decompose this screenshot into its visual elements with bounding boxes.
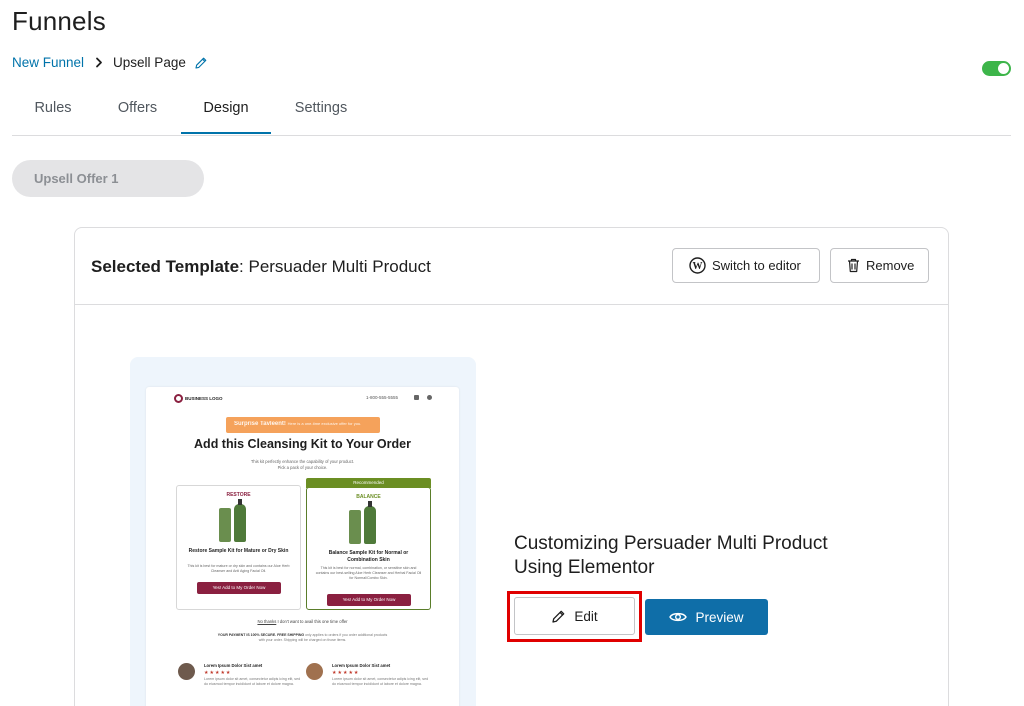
product-bottles — [349, 501, 389, 544]
review-name: Lorem Ipsum Dolor Sist amet — [204, 663, 263, 668]
tab-bar: Rules Offers Design Settings — [12, 86, 1011, 136]
chevron-right-icon — [95, 57, 103, 68]
review-text: Lorem ipsum dolor sit amet, consectetur … — [204, 677, 301, 686]
avatar — [178, 663, 195, 680]
edit-button[interactable]: Edit — [514, 597, 635, 635]
product-box-name: Restore Sample Kit for Mature or Dry Ski… — [188, 548, 289, 554]
review-stars: ★★★★★ — [204, 670, 232, 676]
product-box-tag: RESTORE — [226, 492, 251, 498]
switch-to-editor-button[interactable]: W Switch to editor — [672, 248, 820, 283]
template-thumbnail[interactable]: BUSINESS LOGO 1-800-555-5555 Surprise Ta… — [130, 357, 476, 706]
eye-icon — [669, 611, 688, 623]
thumbnail-subline: This kit perfectly enhance the capabilit… — [146, 459, 459, 471]
wordpress-icon: W — [689, 257, 706, 274]
funnel-status-toggle[interactable] — [982, 61, 1011, 76]
selected-template-label: Selected Template: Persuader Multi Produ… — [91, 257, 431, 277]
customize-builder-name: Elementor — [567, 557, 655, 578]
thumbnail-fine-print: YOUR PAYMENT IS 100% SECURE. FREE SHIPPI… — [146, 633, 459, 643]
review-name: Lorem Ipsum Dolor Sist amet — [332, 663, 391, 668]
thumbnail-phone: 1-800-555-5555 — [366, 395, 399, 400]
thumbnail-logo: BUSINESS LOGO — [174, 394, 223, 403]
preview-button[interactable]: Preview — [645, 599, 768, 635]
breadcrumb-current: Upsell Page — [113, 55, 186, 70]
tab-offers[interactable]: Offers — [94, 86, 181, 134]
thumbnail-banner-title: Surprise Tavleent! — [234, 421, 286, 427]
product-box-button: Yes! Add to My Order Now — [327, 594, 411, 606]
thumbnail-product-box-restore: RESTORE Restore Sample Kit for Mature or… — [176, 485, 301, 610]
selected-template-name: : Persuader Multi Product — [239, 257, 431, 276]
customize-using: Using — [514, 557, 568, 578]
pencil-icon — [551, 609, 566, 624]
selected-template-prefix: Selected Template — [91, 257, 240, 276]
user-icon — [427, 395, 432, 400]
product-box-desc: This kit is best for mature or dry skin … — [187, 564, 290, 573]
thumbnail-banner-sub: Here is a one-time exclusive offer for y… — [287, 421, 362, 426]
thumbnail-logo-text: BUSINESS LOGO — [185, 396, 223, 401]
fine-print-bold: YOUR PAYMENT IS 100% SECURE. FREE SHIPPI… — [217, 633, 305, 637]
template-card: Selected Template: Persuader Multi Produ… — [74, 227, 949, 706]
tab-design[interactable]: Design — [181, 86, 271, 134]
customize-prefix: Customizing — [514, 533, 624, 554]
tab-rules[interactable]: Rules — [12, 86, 94, 134]
thumbnail-no-thanks: No thanks I don't want to avail this one… — [146, 619, 459, 624]
customize-template-name: Persuader Multi Product — [623, 533, 828, 554]
thumbnail-banner: Surprise Tavleent! Here is a one-time ex… — [226, 417, 380, 433]
product-bottles — [219, 499, 259, 542]
thumbnail-review: Lorem Ipsum Dolor Sist amet ★★★★★ Lorem … — [306, 663, 431, 703]
no-thanks-link: No thanks — [257, 619, 277, 624]
tab-settings[interactable]: Settings — [271, 86, 371, 134]
no-thanks-text: I don't want to avail this one time offe… — [276, 619, 348, 624]
customize-heading: Customizing Persuader Multi Product Usin… — [514, 532, 828, 580]
page-title: Funnels — [12, 6, 106, 36]
mail-icon — [414, 395, 419, 400]
template-card-header: Selected Template: Persuader Multi Produ… — [75, 228, 948, 305]
review-stars: ★★★★★ — [332, 670, 360, 676]
preview-label: Preview — [695, 609, 744, 625]
svg-text:W: W — [693, 261, 703, 272]
recommended-bar: Recommended — [306, 478, 431, 488]
switch-to-editor-label: Switch to editor — [712, 258, 801, 273]
product-box-button: Yes! Add to My Order Now — [197, 582, 281, 594]
product-box-tag: BALANCE — [356, 494, 381, 500]
logo-mark-icon — [174, 394, 183, 403]
edit-label: Edit — [574, 608, 598, 624]
trash-icon — [847, 258, 860, 273]
pencil-icon[interactable] — [194, 56, 208, 70]
thumbnail-page: BUSINESS LOGO 1-800-555-5555 Surprise Ta… — [146, 387, 459, 706]
remove-label: Remove — [866, 258, 915, 273]
review-text: Lorem ipsum dolor sit amet, consectetur … — [332, 677, 429, 686]
breadcrumb-new-funnel-link[interactable]: New Funnel — [12, 55, 84, 70]
remove-button[interactable]: Remove — [830, 248, 929, 283]
product-box-name: Balance Sample Kit for Normal or Combina… — [328, 550, 409, 563]
thumbnail-headline: Add this Cleansing Kit to Your Order — [194, 437, 411, 451]
thumbnail-product-box-balance: Recommended BALANCE Balance Sample Kit f… — [306, 478, 431, 610]
product-box-desc: This kit is best for normal, combination… — [315, 566, 422, 580]
avatar — [306, 663, 323, 680]
thumbnail-subline-2: Pick a pack of your choice. — [277, 465, 328, 470]
breadcrumb: New Funnel Upsell Page — [12, 55, 208, 70]
thumbnail-review: Lorem Ipsum Dolor Sist amet ★★★★★ Lorem … — [178, 663, 303, 703]
toggle-knob — [998, 63, 1009, 74]
upsell-offer-1-pill[interactable]: Upsell Offer 1 — [12, 160, 204, 197]
